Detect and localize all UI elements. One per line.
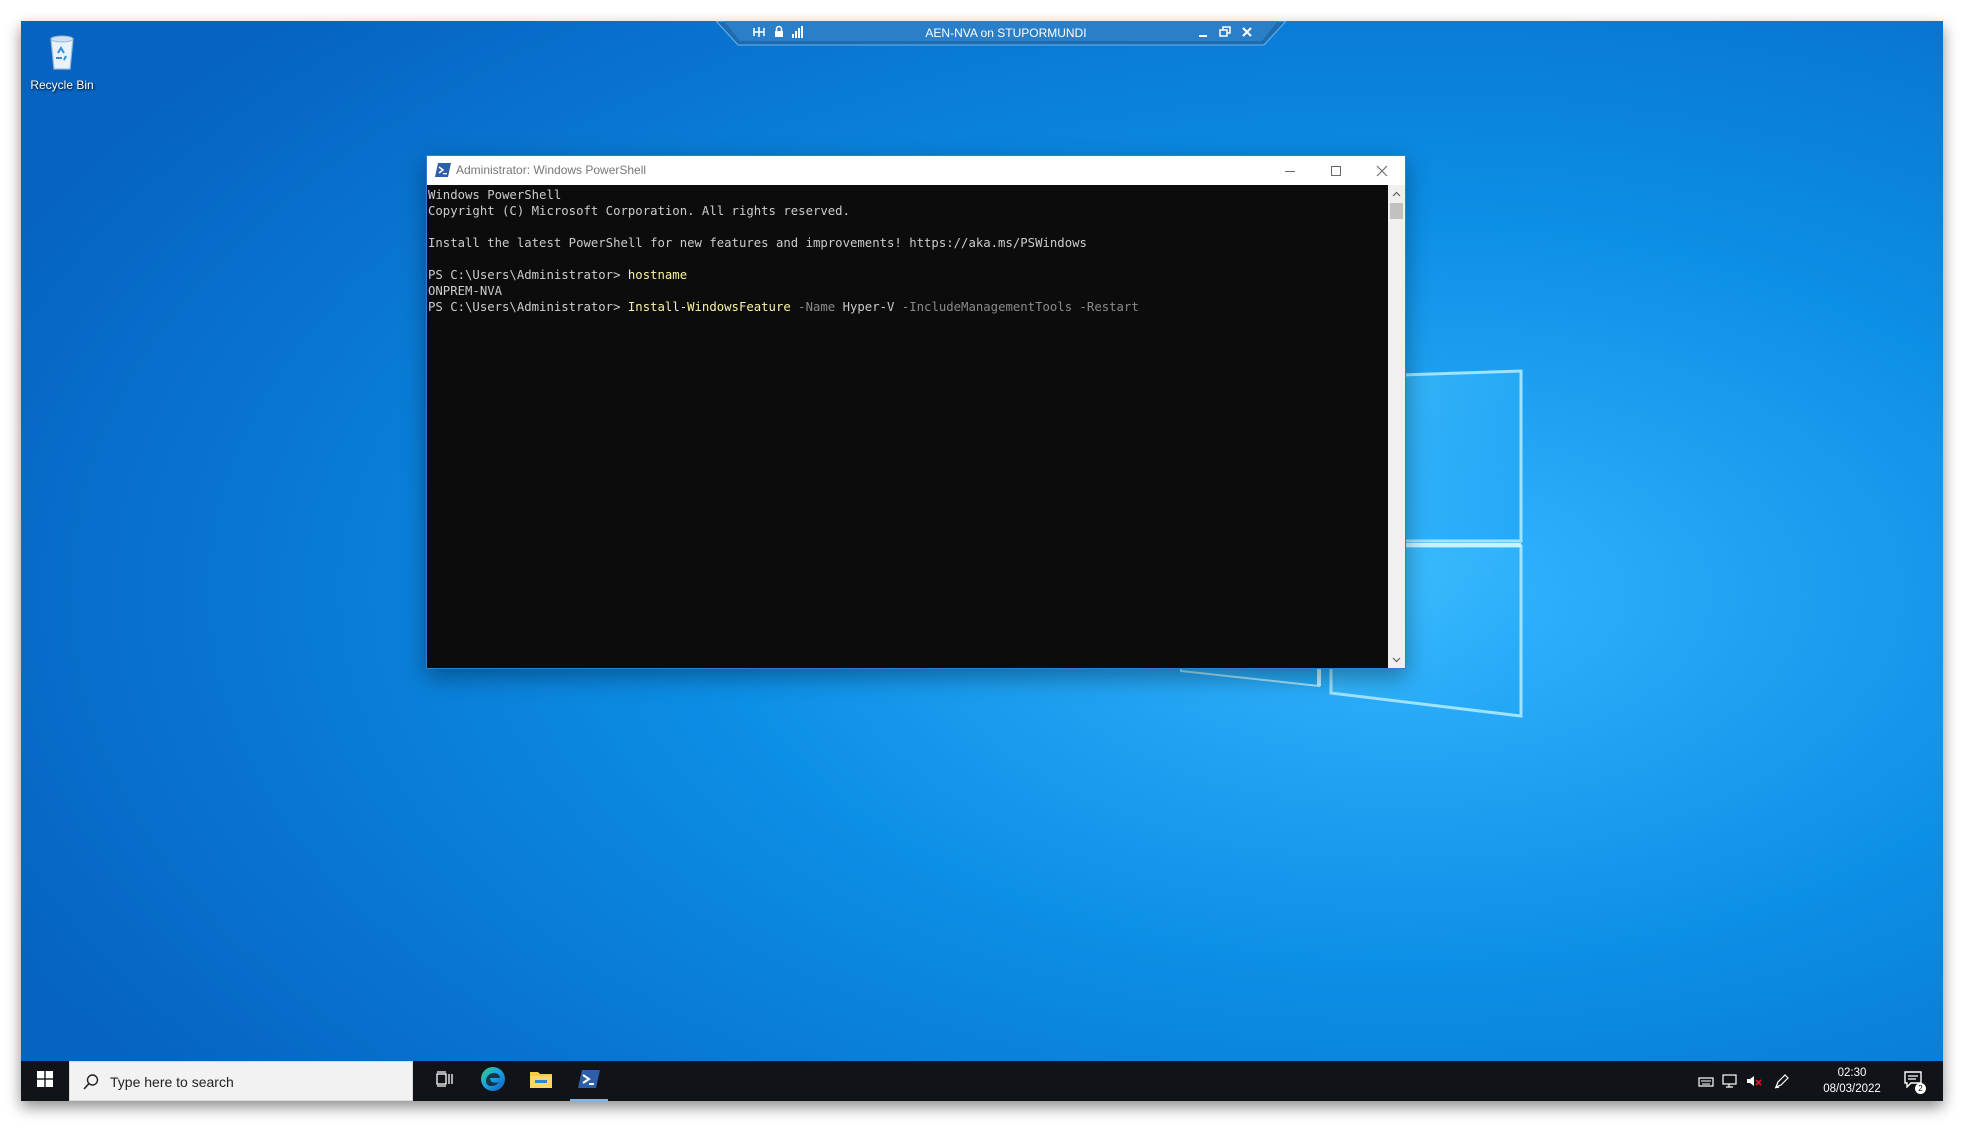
system-tray	[1697, 1061, 1807, 1101]
powershell-icon	[435, 163, 451, 182]
task-view-icon	[436, 1070, 454, 1092]
scroll-up-button[interactable]	[1388, 185, 1405, 202]
edge-button[interactable]	[469, 1061, 517, 1101]
window-close-button[interactable]	[1359, 156, 1405, 185]
desktop-icon-recycle-bin[interactable]: Recycle Bin	[27, 31, 97, 92]
edge-icon	[480, 1066, 506, 1097]
pin-icon[interactable]	[750, 23, 768, 41]
window-maximize-button[interactable]	[1313, 156, 1359, 185]
task-view-button[interactable]	[421, 1061, 469, 1101]
lock-icon[interactable]	[770, 23, 788, 41]
recycle-bin-label: Recycle Bin	[30, 78, 94, 92]
file-explorer-icon	[529, 1069, 553, 1094]
console-parameter: -IncludeManagementTools	[894, 300, 1073, 314]
console-prompt: PS C:\Users\Administrator>	[428, 268, 628, 282]
network-icon[interactable]	[1721, 1072, 1739, 1090]
console-argument: Hyper-V	[835, 300, 895, 314]
clock-time: 02:30	[1837, 1067, 1867, 1079]
scroll-thumb[interactable]	[1390, 203, 1403, 219]
signal-icon[interactable]	[788, 23, 806, 41]
console-line: Windows PowerShell	[428, 188, 562, 202]
window-minimize-button[interactable]	[1267, 156, 1313, 185]
console-command: hostname	[627, 268, 688, 282]
console-line: Install the latest PowerShell for new fe…	[428, 236, 1087, 250]
rdp-restore-button[interactable]	[1216, 23, 1234, 41]
volume-muted-icon[interactable]	[1745, 1072, 1763, 1090]
active-app-indicator	[570, 1099, 608, 1101]
rdp-minimize-button[interactable]	[1194, 23, 1212, 41]
action-center-button[interactable]: 2	[1893, 1061, 1933, 1101]
powershell-window[interactable]: Administrator: Windows PowerShell Window…	[426, 155, 1406, 669]
powershell-icon	[577, 1069, 601, 1094]
search-icon	[82, 1073, 100, 1096]
windows-start-icon	[37, 1070, 53, 1092]
console-line: Copyright (C) Microsoft Corporation. All…	[428, 204, 850, 218]
window-titlebar[interactable]: Administrator: Windows PowerShell	[427, 156, 1405, 185]
console-parameter: -Name	[790, 300, 836, 314]
search-placeholder: Type here to search	[110, 1074, 234, 1090]
scroll-down-button[interactable]	[1388, 651, 1405, 668]
clock[interactable]: 02:30 08/03/2022	[1817, 1065, 1887, 1097]
clock-date: 08/03/2022	[1823, 1083, 1881, 1095]
keyboard-icon[interactable]	[1697, 1072, 1715, 1090]
remote-desktop-screen: AEN-NVA on STUPORMUNDI Recycle Bin Admin	[21, 21, 1943, 1101]
pen-icon[interactable]	[1773, 1072, 1791, 1090]
console-parameter: -Restart	[1072, 300, 1139, 314]
vertical-scrollbar[interactable]	[1388, 185, 1405, 668]
rdp-title: AEN-NVA on STUPORMUNDI	[925, 26, 1087, 40]
notification-badge: 2	[1915, 1083, 1926, 1094]
file-explorer-button[interactable]	[517, 1061, 565, 1101]
search-input[interactable]: Type here to search	[69, 1061, 413, 1101]
window-title: Administrator: Windows PowerShell	[456, 163, 647, 177]
powershell-taskbar-button[interactable]	[565, 1061, 613, 1101]
console-output[interactable]: Windows PowerShell Copyright (C) Microso…	[427, 185, 1388, 668]
rdp-close-button[interactable]	[1238, 23, 1256, 41]
recycle-bin-icon	[42, 35, 82, 75]
console-prompt: PS C:\Users\Administrator>	[428, 300, 628, 314]
rdp-connection-bar: AEN-NVA on STUPORMUNDI	[716, 21, 1286, 47]
console-line: ONPREM-NVA	[428, 284, 503, 298]
taskbar: Type here to search 02:30 08/03/2022 2	[21, 1061, 1943, 1101]
start-button[interactable]	[21, 1061, 69, 1101]
console-command: Install-WindowsFeature	[627, 300, 791, 314]
